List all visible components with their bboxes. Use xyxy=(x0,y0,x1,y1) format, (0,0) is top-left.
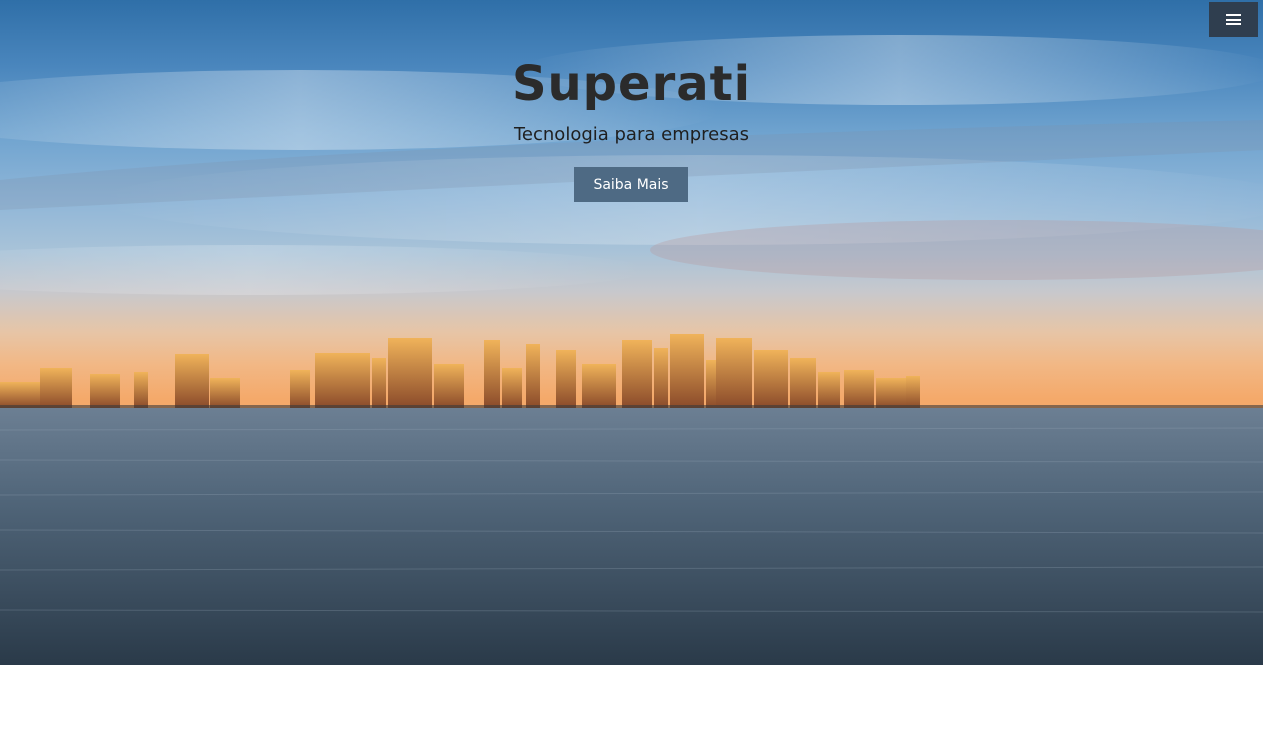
learn-more-button[interactable]: Saiba Mais xyxy=(574,167,688,202)
hamburger-menu-icon xyxy=(1226,14,1241,25)
skyline xyxy=(0,334,920,408)
menu-toggle-button[interactable] xyxy=(1209,2,1258,37)
site-title: Superati xyxy=(511,56,752,112)
site-tagline: Tecnologia para empresas xyxy=(513,124,750,145)
hero-section: Superati Tecnologia para empresas Saiba … xyxy=(0,0,1263,665)
